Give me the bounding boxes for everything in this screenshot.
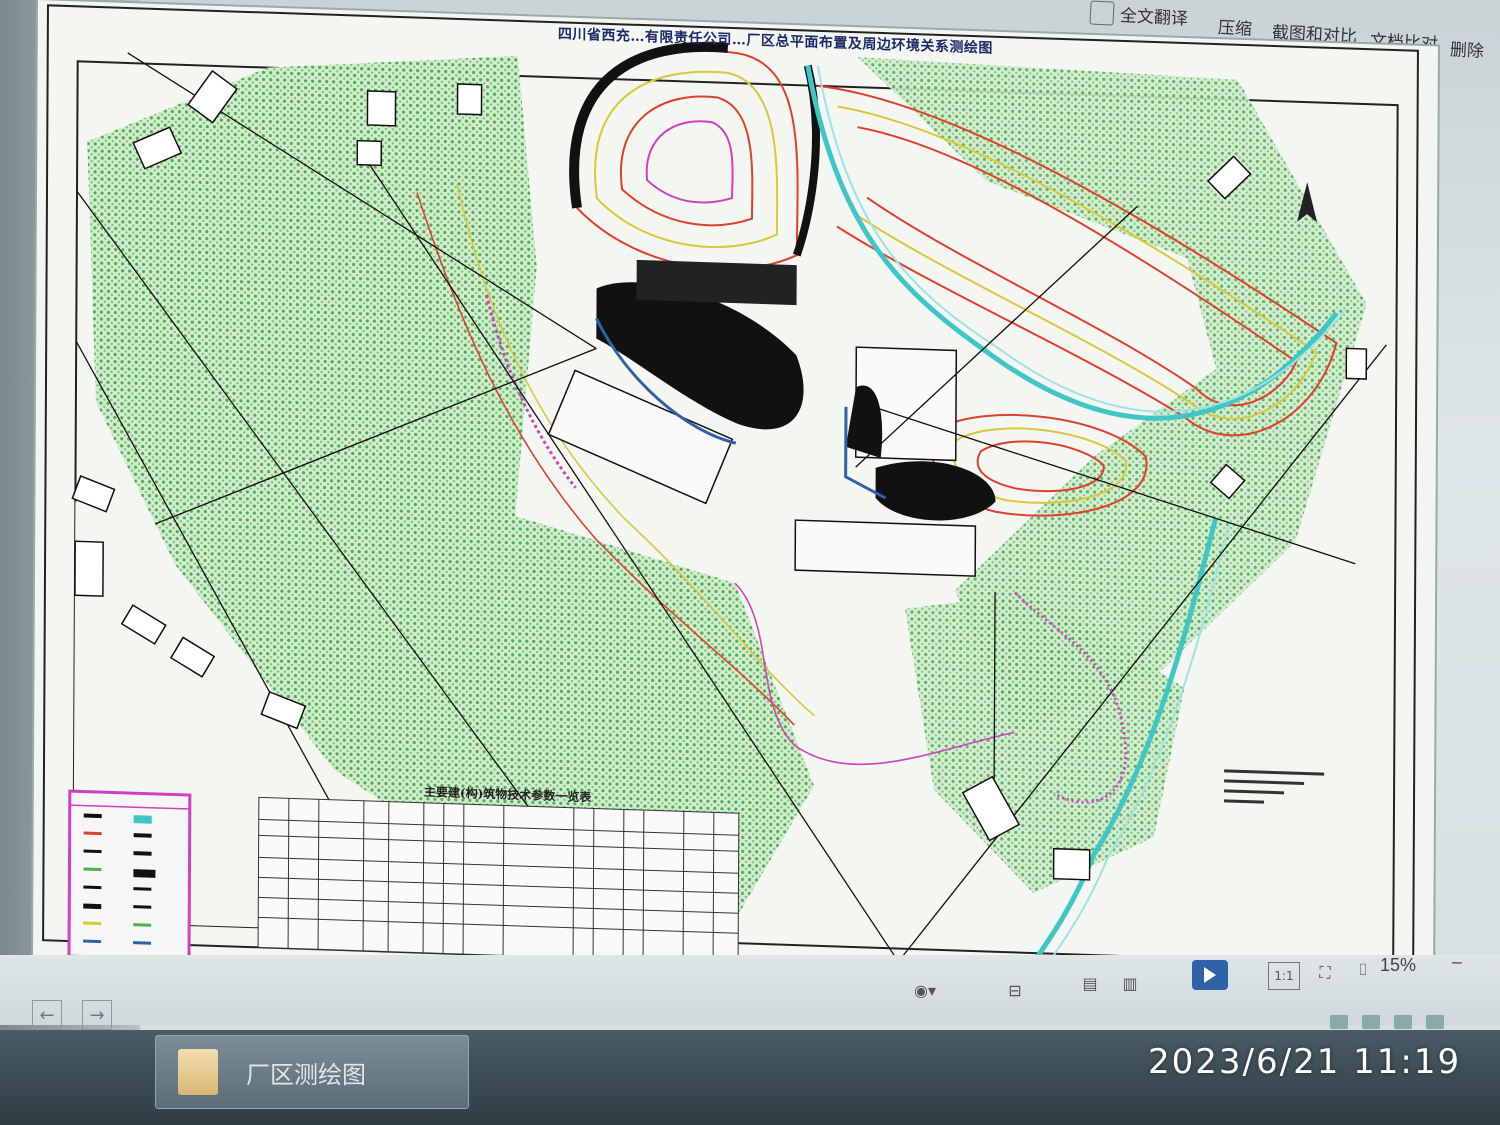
drawing-sheet: 四川省西充…有限责任公司…厂区总平面布置及周边环境关系测绘图 主要建(构)筑物技… xyxy=(32,0,1438,1017)
delete-button[interactable]: 删除 xyxy=(1449,35,1484,62)
actual-size-button[interactable]: 1:1 xyxy=(1268,962,1300,990)
play-button[interactable] xyxy=(1192,960,1228,990)
folder-icon xyxy=(178,1049,218,1095)
fit-page-button[interactable]: ⛶ xyxy=(1310,958,1340,988)
arrow-left-icon: ← xyxy=(39,1004,55,1026)
prev-page-button[interactable]: ← xyxy=(32,1000,62,1030)
single-page-button[interactable]: ▤ xyxy=(1075,968,1105,998)
photo-timestamp: 2023/6/21 11:19 xyxy=(1148,1042,1462,1082)
fit-width-button[interactable]: ⌷ xyxy=(1348,955,1378,985)
taskbar-window-item[interactable]: 厂区测绘图 xyxy=(155,1035,469,1109)
actual-size-label: 1:1 xyxy=(1274,969,1294,983)
continuous-page-icon: ⊟ xyxy=(1008,980,1022,1000)
two-page-button[interactable]: ▥ xyxy=(1115,968,1145,998)
keyboard-icon[interactable] xyxy=(1330,1015,1348,1029)
compress-button[interactable]: 压缩 xyxy=(1217,13,1252,40)
printer-icon[interactable] xyxy=(1426,1015,1444,1029)
zoom-level[interactable]: 15% xyxy=(1380,955,1416,976)
taskbar-window-label: 厂区测绘图 xyxy=(246,1060,366,1089)
next-page-button[interactable]: → xyxy=(82,1000,112,1030)
zoom-out-button[interactable]: − xyxy=(1445,950,1469,974)
fit-width-icon: ⌷ xyxy=(1358,960,1368,979)
volume-icon[interactable] xyxy=(1394,1015,1412,1029)
legend-box xyxy=(67,789,192,962)
site-survey-map xyxy=(42,4,1419,987)
delete-label: 删除 xyxy=(1449,40,1485,61)
network-icon[interactable] xyxy=(1362,1015,1380,1029)
two-page-icon: ▥ xyxy=(1122,973,1138,993)
parameter-table xyxy=(257,796,740,964)
arrow-right-icon: → xyxy=(89,1004,105,1026)
eye-icon: ◉▾ xyxy=(914,980,936,1000)
single-page-icon: ▤ xyxy=(1082,973,1098,993)
fit-page-icon: ⛶ xyxy=(1319,963,1331,982)
compress-label: 压缩 xyxy=(1217,18,1253,39)
translate-icon xyxy=(1089,0,1115,26)
translate-button[interactable]: 全文翻译 xyxy=(1089,0,1188,30)
translate-label: 全文翻译 xyxy=(1119,6,1189,29)
eye-view-button[interactable]: ◉▾ xyxy=(905,975,945,1005)
continuous-view-button[interactable]: ⊟ xyxy=(1000,975,1030,1005)
minus-icon: − xyxy=(1450,952,1464,972)
